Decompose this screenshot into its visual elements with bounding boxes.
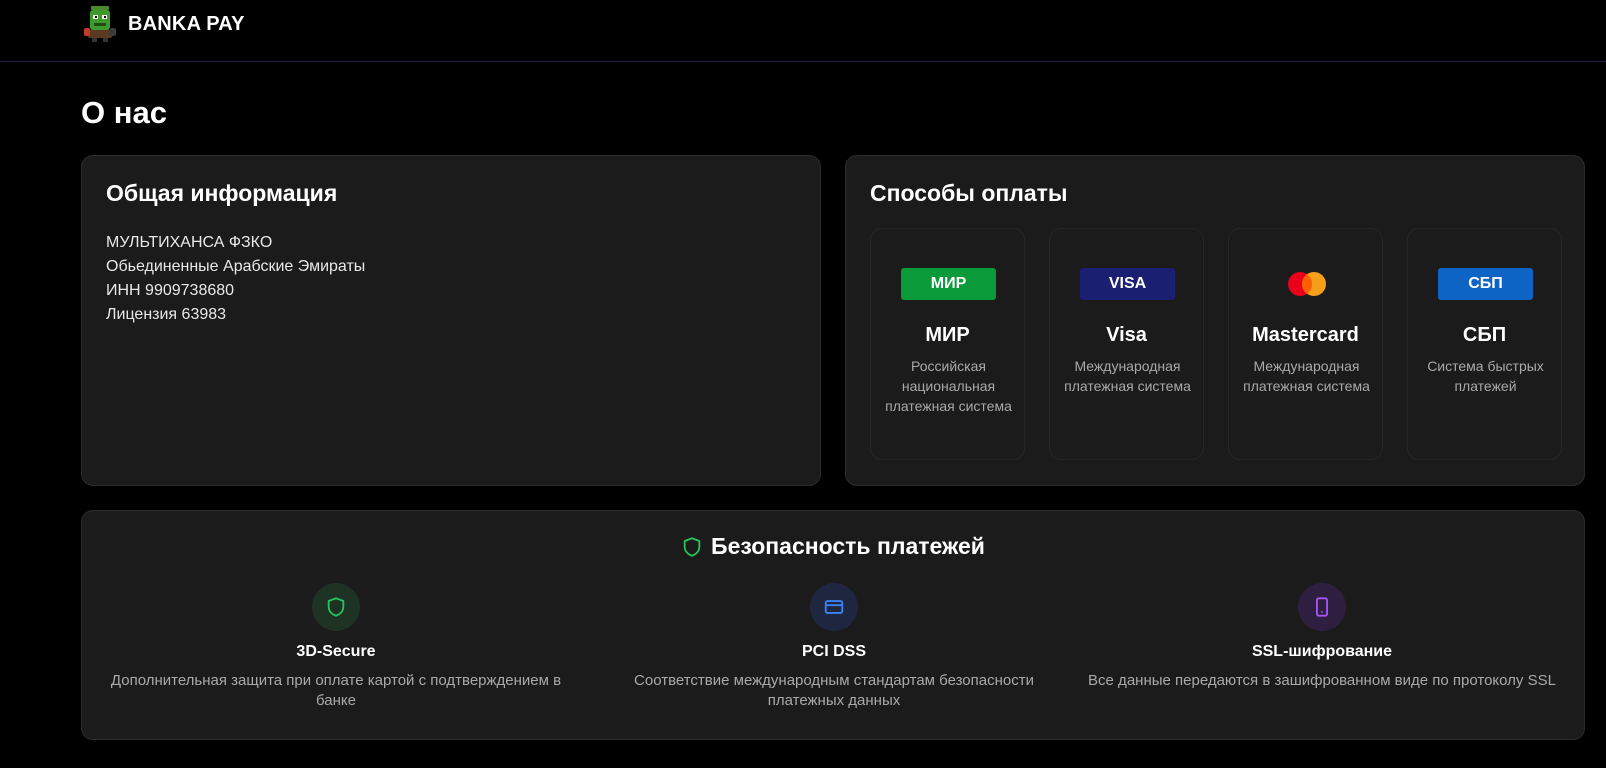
feature-title: 3D-Secure <box>296 643 376 660</box>
payment-method-visa: VISA Visa Международная платежная систем… <box>1049 228 1204 460</box>
general-info-title: Общая информация <box>106 180 338 206</box>
card-icon <box>824 600 844 614</box>
feature-3d-secure: 3D-Secure Дополнительная защита при опла… <box>106 583 566 711</box>
payment-method-description: Система быстрых платежей <box>1427 358 1544 394</box>
payment-method-description: Международная платежная система <box>1064 358 1191 394</box>
shield-icon <box>327 597 345 617</box>
feature-description: Соответствие международным стандартам бе… <box>634 672 1034 709</box>
visa-logo: VISA <box>1080 268 1175 300</box>
feature-pci-dss: PCI DSS Соответствие международным станд… <box>614 583 1054 711</box>
feature-icon-bg <box>1298 583 1346 631</box>
payment-method-description: Российская национальная платежная систем… <box>885 358 1012 414</box>
feature-ssl: SSL-шифрование Все данные передаются в з… <box>1082 583 1562 691</box>
payment-method-mastercard: Mastercard Международная платежная систе… <box>1228 228 1383 460</box>
company-name: МУЛЬТИХАНСА ФЗКО <box>106 234 273 251</box>
feature-description: Все данные передаются в зашифрованном ви… <box>1088 672 1556 689</box>
security-title: Безопасность платежей <box>711 533 985 559</box>
company-inn: ИНН 9909738680 <box>106 282 235 299</box>
brand-name[interactable]: BANKA PAY <box>128 13 245 36</box>
mir-logo: МИР <box>901 268 996 300</box>
sbp-logo: СБП <box>1438 268 1533 300</box>
payment-method-name: СБП <box>1462 324 1507 346</box>
feature-title: PCI DSS <box>801 643 866 660</box>
shield-icon <box>683 536 701 557</box>
smartphone-icon <box>1316 597 1328 617</box>
page-title: О нас <box>81 95 167 130</box>
payment-methods-card: Способы оплаты МИР МИР Российская национ… <box>845 155 1585 486</box>
feature-icon-bg <box>810 583 858 631</box>
payment-method-mir: МИР МИР Российская национальная платежна… <box>870 228 1025 460</box>
feature-title: SSL-шифрование <box>1251 643 1393 660</box>
banka-pay-logo[interactable] <box>82 4 118 42</box>
general-info-card: Общая информация МУЛЬТИХАНСА ФЗКО Обьеди… <box>81 155 821 486</box>
payment-method-sbp: СБП СБП Система быстрых платежей <box>1407 228 1562 460</box>
company-details: МУЛЬТИХАНСА ФЗКО Обьединенные Арабские Э… <box>106 231 365 327</box>
feature-description: Дополнительная защита при оплате картой … <box>110 672 562 709</box>
mastercard-logo <box>1288 272 1326 296</box>
payment-security-card: Безопасность платежей 3D-Secure Дополнит… <box>81 510 1585 740</box>
security-heading: Безопасность платежей <box>82 533 1584 560</box>
payment-method-name: Mastercard <box>1252 324 1359 346</box>
payment-method-description: Международная платежная система <box>1243 358 1370 394</box>
payment-method-name: МИР <box>925 324 970 346</box>
feature-icon-bg <box>312 583 360 631</box>
company-country: Обьединенные Арабские Эмираты <box>106 258 366 275</box>
payment-methods-title: Способы оплаты <box>870 180 1068 206</box>
company-license: Лицензия 63983 <box>106 306 227 323</box>
payment-method-name: Visa <box>1106 324 1147 346</box>
site-header: BANKA PAY <box>0 0 1606 62</box>
